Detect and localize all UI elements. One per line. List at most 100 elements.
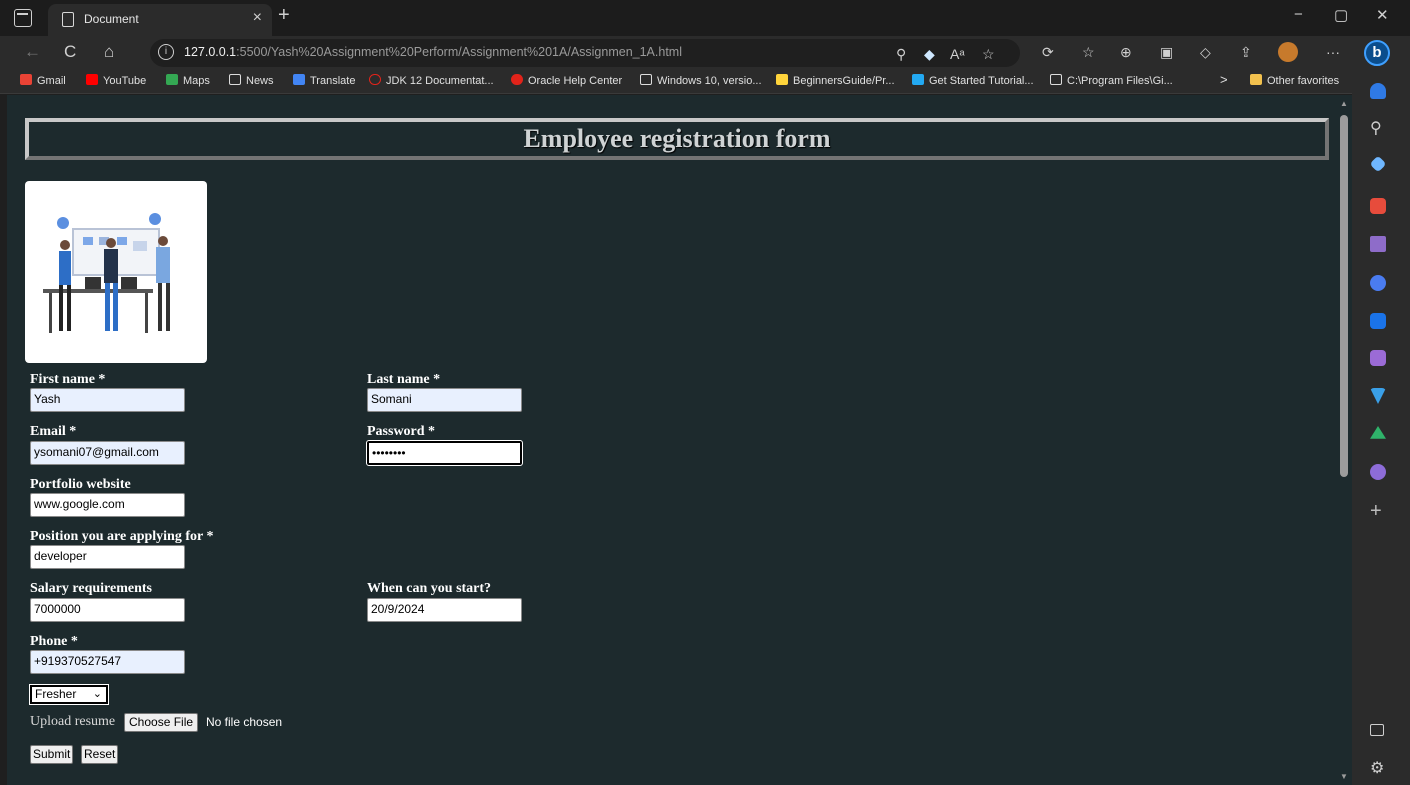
bookmark-program-files[interactable]: C:\Program Files\Gi... (1050, 74, 1173, 87)
scrollbar-thumb[interactable] (1340, 115, 1348, 477)
bookmark-python[interactable]: BeginnersGuide/Pr... (776, 74, 895, 87)
copilot-icon[interactable]: b (1364, 40, 1390, 66)
url-text: 127.0.0.1:5500/Yash%20Assignment%20Perfo… (184, 45, 682, 59)
translate-icon (293, 74, 305, 85)
tab-title: Document (84, 12, 139, 26)
bookmark-gmail[interactable]: Gmail (20, 74, 66, 87)
email-input[interactable]: ysomani07@gmail.com (30, 441, 185, 465)
refresh-icon[interactable]: C (64, 42, 76, 62)
bookmark-windows[interactable]: Windows 10, versio... (640, 74, 762, 87)
portfolio-input[interactable]: www.google.com (30, 493, 185, 517)
home-icon[interactable]: ⌂ (104, 42, 114, 62)
scroll-down-arrow-icon[interactable]: ▼ (1340, 772, 1348, 781)
screenshot-icon[interactable]: ▣ (1160, 44, 1173, 61)
bookmark-translate[interactable]: Translate (293, 74, 355, 87)
bookmark-jdk[interactable]: JDK 12 Documentat... (369, 74, 494, 87)
scroll-up-arrow-icon[interactable]: ▲ (1340, 99, 1348, 108)
minimize-button[interactable]: − (1294, 6, 1303, 23)
vscode-icon (912, 74, 924, 85)
new-tab-button[interactable]: + (278, 4, 290, 27)
bookmarks-bar: Gmail YouTube Maps News Translate JDK 12… (0, 70, 1352, 94)
search-icon[interactable]: ⚲ (1370, 118, 1382, 138)
choose-file-button[interactable]: Choose File (124, 713, 199, 732)
designer-icon[interactable] (1370, 350, 1386, 366)
profile-avatar[interactable] (1278, 42, 1298, 62)
start-date-input[interactable]: 20/9/2024 (367, 598, 522, 622)
position-label: Position you are applying for * (30, 529, 214, 544)
password-input[interactable]: •••••••• (366, 440, 523, 466)
portfolio-label: Portfolio website (30, 477, 131, 492)
phone-input[interactable]: +919370527547 (30, 650, 185, 674)
sidebar-add-icon[interactable]: + (1370, 500, 1382, 523)
chevron-down-icon: ⌄ (92, 688, 102, 700)
oracle-icon (369, 74, 381, 85)
meditation-icon[interactable] (1370, 464, 1386, 480)
tab-actions-icon[interactable] (14, 9, 32, 27)
favorites-icon[interactable]: ☆ (1082, 44, 1095, 61)
window-close-button[interactable]: ✕ (1376, 6, 1389, 24)
tag-icon[interactable]: ◆ (924, 46, 935, 63)
other-favorites-folder[interactable]: Other favorites (1250, 74, 1339, 87)
page-icon (640, 74, 652, 85)
settings-gear-icon[interactable]: ⚙ (1370, 758, 1384, 778)
oracle-icon (511, 74, 523, 85)
email-label: Email * (30, 424, 77, 439)
more-icon[interactable]: ··· (1326, 44, 1340, 60)
tab-document[interactable]: Document × (48, 4, 272, 36)
first-name-input[interactable]: Yash (30, 388, 185, 412)
position-input[interactable]: developer (30, 545, 185, 569)
games-icon[interactable] (1370, 236, 1386, 252)
url-host: 127.0.0.1 (184, 45, 237, 59)
microsoft-365-icon[interactable] (1370, 275, 1386, 291)
outlook-icon[interactable] (1370, 313, 1386, 329)
send-icon[interactable] (1370, 388, 1386, 404)
experience-select[interactable]: Fresher ⌄ (29, 684, 109, 705)
office-team-illustration-svg (43, 213, 170, 333)
folder-icon (1250, 74, 1262, 85)
favorite-star-icon[interactable]: ☆ (982, 46, 995, 63)
salary-input[interactable]: 7000000 (30, 598, 185, 622)
tab-close-icon[interactable]: × (253, 9, 262, 27)
sidebar-toggle-icon[interactable] (1370, 724, 1384, 736)
web-page: Employee registration form First name * … (7, 95, 1337, 785)
bookmark-maps[interactable]: Maps (166, 74, 210, 87)
maps-icon (166, 74, 178, 85)
page-icon (229, 74, 241, 85)
document-icon (62, 12, 74, 27)
browser-window: Document × + − ▢ ✕ ← C ⌂ i 127.0.0.1:550… (0, 0, 1410, 785)
bookmarks-overflow-chevron-icon[interactable]: > (1220, 72, 1228, 87)
page-title: Employee registration form (523, 124, 831, 153)
notifications-icon[interactable] (1370, 83, 1386, 99)
collections-icon[interactable]: ⊕ (1120, 44, 1132, 61)
bookmark-youtube[interactable]: YouTube (86, 74, 146, 87)
key-icon[interactable]: ⚲ (896, 46, 906, 63)
tree-icon[interactable] (1370, 426, 1386, 439)
browser-essentials-icon[interactable]: ◇ (1200, 44, 1211, 61)
shopping-tag-icon[interactable] (1369, 155, 1387, 173)
page-icon (1050, 74, 1062, 85)
share-icon[interactable]: ⇪ (1240, 44, 1252, 61)
last-name-input[interactable]: Somani (367, 388, 522, 412)
edge-sidebar: ⚲ + ⚙ (1352, 70, 1410, 785)
reset-button[interactable]: Reset (81, 745, 119, 764)
submit-button[interactable]: Submit (30, 745, 74, 764)
extensions-icon[interactable]: ⟳ (1042, 44, 1054, 61)
navigation-bar: ← C ⌂ i 127.0.0.1:5500/Yash%20Assignment… (0, 36, 1410, 70)
tab-strip: Document × + − ▢ ✕ (0, 0, 1410, 36)
bookmark-oracle-help[interactable]: Oracle Help Center (511, 74, 622, 87)
start-date-label: When can you start? (367, 581, 492, 596)
bookmark-news[interactable]: News (229, 74, 274, 87)
back-icon[interactable]: ← (24, 42, 41, 62)
restore-button[interactable]: ▢ (1334, 6, 1348, 24)
address-bar[interactable]: i 127.0.0.1:5500/Yash%20Assignment%20Per… (150, 39, 1020, 67)
upload-resume-label: Upload resume (30, 714, 116, 729)
password-label: Password * (367, 424, 436, 439)
bookmark-vscode[interactable]: Get Started Tutorial... (912, 74, 1034, 87)
info-icon[interactable]: i (158, 44, 174, 60)
phone-label: Phone * (30, 634, 78, 649)
team-illustration (25, 181, 207, 363)
read-aloud-icon[interactable]: Aᵃ (950, 46, 965, 62)
vertical-scrollbar[interactable]: ▲ ▼ (1337, 95, 1352, 785)
heading-box: Employee registration form (25, 118, 1329, 160)
tools-icon[interactable] (1370, 198, 1386, 214)
